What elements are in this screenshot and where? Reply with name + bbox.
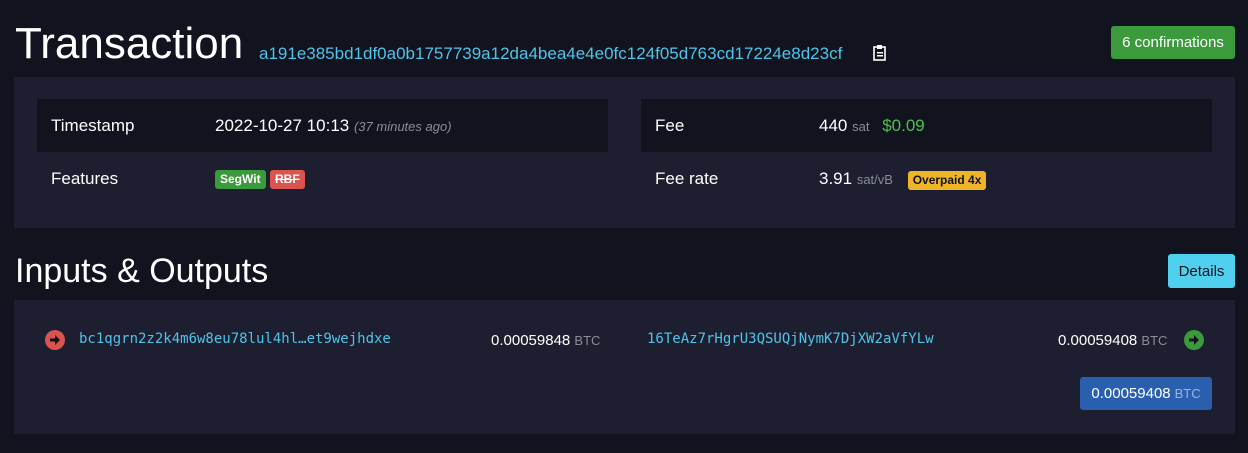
total-amount-value: 0.00059408 [1091,385,1171,402]
fee-value: 440 sat $0.09 [819,116,925,136]
input-amount-unit: BTC [574,333,601,348]
input-amount-value: 0.00059848 [491,332,571,349]
fee-unit: sat [852,119,870,134]
txid-link[interactable]: a191e385bd1df0a0b1757739a12da4bea4e4e0fc… [259,44,842,64]
fee-label: Fee [655,116,685,135]
total-amount-button: 0.00059408 BTC [1080,377,1212,410]
clipboard-icon[interactable] [872,44,888,62]
total-amount-unit: BTC [1174,386,1201,401]
segwit-badge: SegWit [215,170,266,189]
fee-usd: $0.09 [882,116,925,135]
confirmations-badge: 6 confirmations [1111,26,1235,59]
io-panel [14,300,1235,434]
output-arrow-icon[interactable] [1184,330,1204,350]
timestamp-value: 2022-10-27 10:13 (37 minutes ago) [215,116,452,136]
features-badges: SegWit RBF [215,170,305,189]
page-title: Transaction [15,19,244,68]
output-amount-value: 0.00059408 [1058,332,1138,349]
output-amount: 0.00059408 BTC [1058,332,1167,349]
overpaid-badge: Overpaid 4x [907,171,987,190]
feerate-value: 3.91 sat/vB Overpaid 4x [819,169,987,190]
output-address-link[interactable]: 16TeAz7rHgrU3QSUQjNymK7DjXW2aVfYLw [647,331,934,347]
rbf-badge: RBF [270,170,305,189]
timestamp-label: Timestamp [51,116,135,135]
fee-amount: 440 [819,116,848,135]
feerate-unit: sat/vB [856,172,893,187]
feerate-amount: 3.91 [819,169,853,188]
fee-row [641,99,1212,152]
timestamp-ago: (37 minutes ago) [353,119,452,134]
input-amount: 0.00059848 BTC [491,332,600,349]
feerate-label: Fee rate [655,169,719,188]
input-address-link[interactable]: bc1qgrn2z2k4m6w8eu78lul4hl…et9wejhdxe [79,331,391,347]
input-arrow-icon[interactable] [45,330,65,350]
io-title: Inputs & Outputs [15,252,269,290]
details-button[interactable]: Details [1168,254,1235,288]
features-label: Features [51,169,119,188]
output-amount-unit: BTC [1141,333,1168,348]
timestamp-date: 2022-10-27 10:13 [215,116,350,135]
